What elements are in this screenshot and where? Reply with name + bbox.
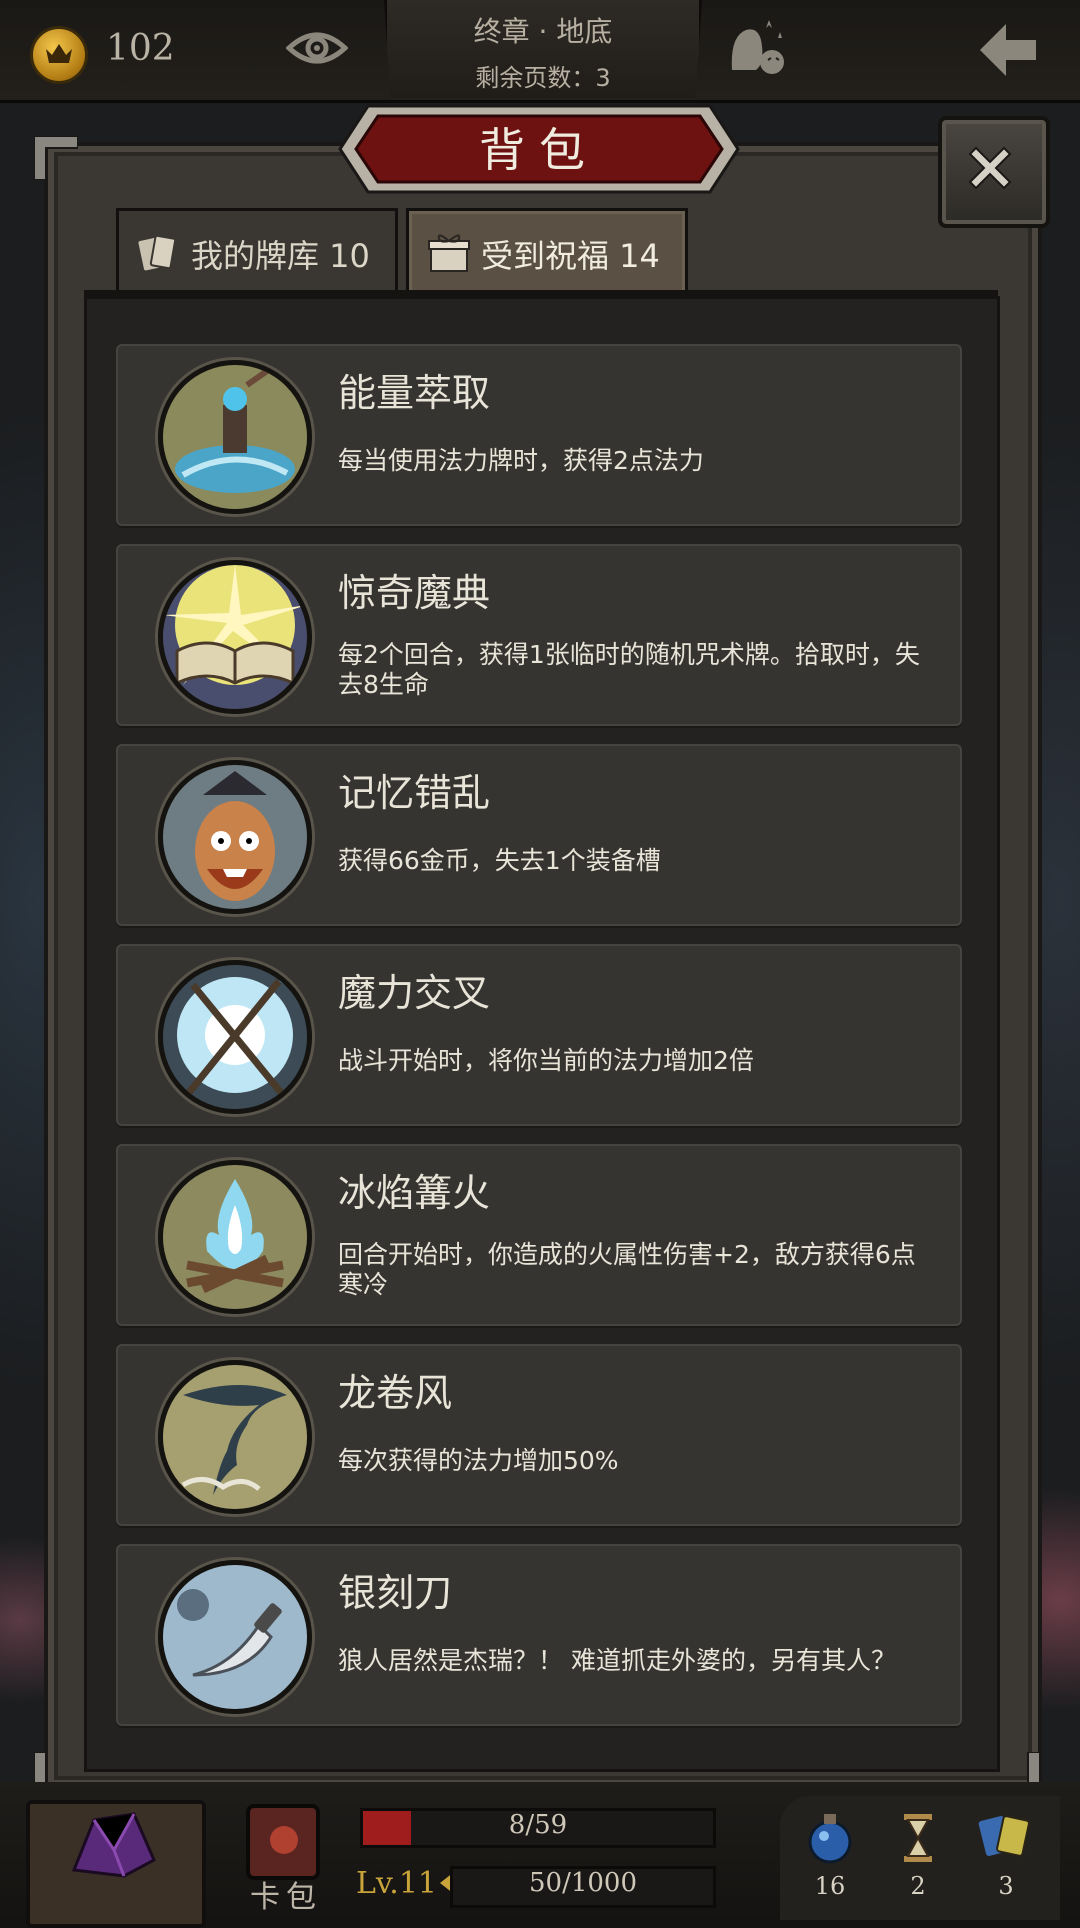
close-button[interactable] xyxy=(938,116,1050,228)
hourglass-counter[interactable]: 2 xyxy=(888,1808,948,1900)
blessing-title: 龙卷风 xyxy=(338,1371,453,1415)
energy-extract-icon xyxy=(158,360,312,514)
tab-my-deck[interactable]: 我的牌库 10 xyxy=(116,208,398,296)
xp-text: 50/1000 xyxy=(528,1868,637,1898)
blessing-card-mana-cross[interactable]: 魔力交叉 战斗开始时，将你当前的法力增加2倍 xyxy=(116,944,962,1126)
coin-count: 102 xyxy=(106,28,175,69)
blessing-title: 银刻刀 xyxy=(338,1571,453,1615)
ice-bonfire-icon xyxy=(158,1160,312,1314)
blessing-desc: 每当使用法力牌时，获得2点法力 xyxy=(338,446,704,475)
panel-title: 背包 xyxy=(479,123,599,177)
spellbook-icon xyxy=(158,560,312,714)
coin-icon xyxy=(30,26,88,84)
blessing-card-spellbook[interactable]: 惊奇魔典 每2个回合，获得1张临时的随机咒术牌。拾取时，失去8生命 xyxy=(116,544,962,726)
close-icon xyxy=(968,146,1012,190)
gift-icon xyxy=(428,234,470,272)
card-pack-label[interactable]: 卡包 xyxy=(250,1872,322,1916)
tab-blessings-label: 受到祝福 14 xyxy=(481,237,660,275)
silver-knife-icon xyxy=(158,1560,312,1714)
blessing-title: 冰焰篝火 xyxy=(338,1171,491,1215)
cards-icon xyxy=(138,234,177,271)
hourglass-icon xyxy=(904,1814,932,1862)
card-stack-icon xyxy=(978,1815,1030,1857)
blessing-card-silver-knife[interactable]: 银刻刀 狼人居然是杰瑞？！ 难道抓走外婆的，另有其人？ xyxy=(116,1544,962,1726)
pages-left: 剩余页数：3 xyxy=(475,64,611,92)
crossed-staffs-icon xyxy=(158,960,312,1114)
chapter-title: 终章 · 地底 xyxy=(473,15,613,48)
confused-man-icon xyxy=(158,760,312,914)
level-text: Lv.11 xyxy=(356,1866,438,1901)
blessing-desc: 每次获得的法力增加50% xyxy=(338,1446,619,1475)
tab-blessings[interactable]: 受到祝福 14 xyxy=(406,208,688,296)
potion-icon xyxy=(808,1814,852,1864)
chapter-box: 终章 · 地底 剩余页数：3 xyxy=(384,0,702,98)
hp-text: 8/59 xyxy=(508,1810,568,1840)
blessing-card-memory-confusion[interactable]: 记忆错乱 获得66金币，失去1个装备槽 xyxy=(116,744,962,926)
blessing-desc: 获得66金币，失去1个装备槽 xyxy=(338,846,661,875)
cards-counter[interactable]: 3 xyxy=(976,1808,1036,1900)
blessing-card-tornado[interactable]: 龙卷风 每次获得的法力增加50% xyxy=(116,1344,962,1526)
hourglass-count: 2 xyxy=(910,1872,926,1900)
blessing-title: 魔力交叉 xyxy=(338,971,491,1015)
eye-icon[interactable] xyxy=(285,28,349,72)
blessing-card-ice-bonfire[interactable]: 冰焰篝火 回合开始时，你造成的火属性伤害+2，敌方获得6点寒冷 xyxy=(116,1144,962,1326)
treasure-chest-button[interactable] xyxy=(26,1800,206,1928)
blessing-desc: 狼人居然是杰瑞？！ 难道抓走外婆的，另有其人？ xyxy=(338,1646,896,1675)
cards-count: 3 xyxy=(998,1872,1014,1900)
blessing-desc: 每2个回合，获得1张临时的随机咒术牌。拾取时，失去8生命 xyxy=(338,640,920,699)
blessing-desc: 战斗开始时，将你当前的法力增加2倍 xyxy=(338,1046,754,1075)
tab-divider xyxy=(84,290,998,296)
blessing-title: 能量萃取 xyxy=(338,371,491,415)
blessing-card-energy-extract[interactable]: 能量萃取 每当使用法力牌时，获得2点法力 xyxy=(116,344,962,526)
corner-ornament-icon xyxy=(34,136,78,180)
ghost-pumpkin-icon[interactable] xyxy=(726,16,788,80)
tornado-icon xyxy=(158,1360,312,1514)
blessing-title: 惊奇魔典 xyxy=(338,571,491,615)
top-bar: 102 终章 · 地底 剩余页数：3 xyxy=(0,0,1080,103)
blessing-desc: 回合开始时，你造成的火属性伤害+2，敌方获得6点寒冷 xyxy=(338,1240,916,1299)
potion-count: 16 xyxy=(814,1872,846,1900)
gem-icon xyxy=(71,1812,156,1878)
back-arrow-icon[interactable] xyxy=(976,20,1040,84)
blessing-title: 记忆错乱 xyxy=(338,771,491,815)
tab-my-deck-label: 我的牌库 10 xyxy=(191,237,370,275)
potion-counter[interactable]: 16 xyxy=(800,1808,860,1900)
